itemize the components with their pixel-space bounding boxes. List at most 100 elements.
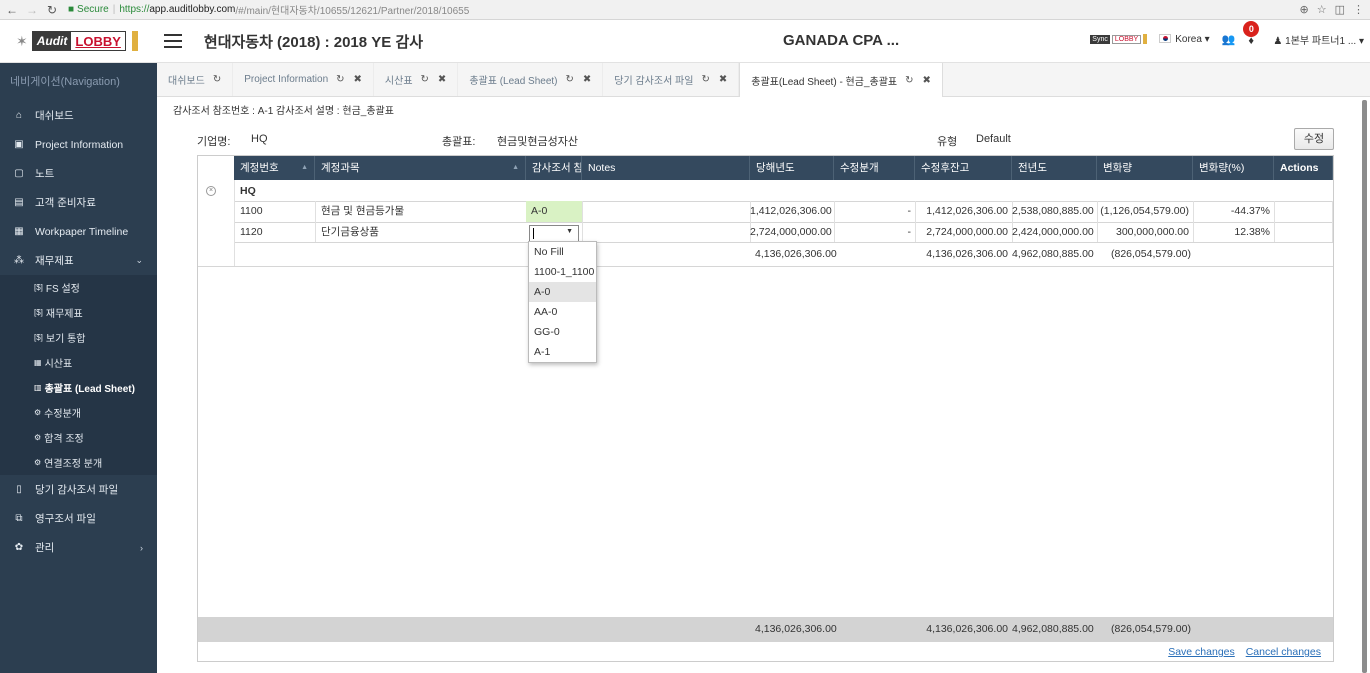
header-prior-year[interactable]: 전년도 [1012,156,1097,180]
total-change: (826,054,579.00) [1111,623,1191,635]
refresh-icon[interactable]: ↻ [336,74,344,85]
cancel-changes-link[interactable]: Cancel changes [1246,646,1321,658]
sidebar-item-project-information[interactable]: ▣ Project Information [0,130,157,159]
sidebar-item-current-workpapers[interactable]: ▯ 당기 감사조서 파일 [0,475,157,504]
sidebar-subitem-fs-settings[interactable]: [$] FS 설정 [0,275,157,300]
sidebar-subitem-consolidated-view[interactable]: [$] 보기 통합 [0,325,157,350]
country-selector[interactable]: Korea ▾ [1159,34,1210,45]
sidebar-subitem-financial-statements[interactable]: [$] 재무제표 [0,300,157,325]
user-menu[interactable]: ♟ 1본부 파트너1 ... ▾ [1273,32,1364,47]
tab-lead-sheet-cash[interactable]: 총괄표(Lead Sheet) - 현금_총괄표 ↻ ✖ [739,63,943,98]
zoom-icon[interactable]: ⊕ [1300,3,1309,16]
dropdown-option[interactable]: AA-0 [529,302,596,322]
save-changes-link[interactable]: Save changes [1168,646,1235,658]
refresh-icon[interactable]: ↻ [421,74,429,85]
sidebar-subitem-lead-sheet[interactable]: ▥ 총괄표 (Lead Sheet) [0,375,157,400]
scrollbar-thumb[interactable] [1362,100,1367,673]
url-scheme[interactable]: https:// [119,4,149,15]
refresh-icon[interactable]: ↻ [701,74,709,85]
workpaper-select[interactable]: ▼ [529,225,579,242]
tab-lead-sheet[interactable]: 총괄표 (Lead Sheet) ↻ ✖ [458,63,604,96]
menu-dots-icon[interactable]: ⋮ [1353,3,1364,16]
dropdown-option[interactable]: GG-0 [529,322,596,342]
header-adjusted-balance[interactable]: 수정후잔고 [915,156,1012,180]
dropdown-option-highlighted[interactable]: A-0 [529,282,596,302]
back-icon[interactable]: ← [4,3,20,17]
cell-current-year: 1,412,026,306.00 [750,205,832,217]
header-current-year[interactable]: 당해년도 [750,156,834,180]
sidebar-item-workpaper-timeline[interactable]: ▦ Workpaper Timeline [0,217,157,246]
close-icon[interactable]: ✖ [354,74,362,85]
sort-icon: ▲ [512,164,519,171]
navigation-sidebar: 네비게이션(Navigation) ⌂ 대쉬보드 ▣ Project Informa… [0,63,157,673]
close-icon[interactable]: ✖ [438,74,446,85]
sidebar-item-notes[interactable]: ▢ 노트 [0,159,157,188]
close-icon[interactable]: ✖ [719,74,727,85]
sidebar-subitem-combined-adjustments[interactable]: ⚙ 합격 조정 [0,425,157,450]
dropdown-option[interactable]: 1100-1_1100 [529,262,596,282]
page-scrollbar[interactable] [1362,100,1368,673]
gears-icon: ⚙ [34,458,42,467]
audit-lobby-logo[interactable]: ✶ Audit LOBBY [16,28,138,54]
note-icon: ▢ [14,168,24,179]
sync-lobby-button[interactable]: Sync LOBBY [1090,34,1148,44]
url-path[interactable]: /#/main/현대자동차/10655/12621/Partner/2018/1… [235,2,469,17]
secure-label: Secure [77,4,109,15]
header-account-name[interactable]: 계정과목 ▲ [315,156,526,180]
subtotal-change: (826,054,579.00) [1111,248,1191,260]
tab-dashboard[interactable]: 대쉬보드 ↻ [157,63,234,96]
cell-account-name: 현금 및 현금등가물 [321,205,405,217]
tab-current-workpapers[interactable]: 당기 감사조서 파일 ↻ ✖ [603,63,740,96]
sidebar-item-dashboard[interactable]: ⌂ 대쉬보드 [0,101,157,130]
gears-icon: ⚙ [34,433,42,442]
tab-project-information[interactable]: Project Information ↻ ✖ [233,63,374,96]
refresh-icon[interactable]: ↻ [905,75,913,86]
bookmark-star-icon[interactable]: ☆ [1317,3,1327,16]
refresh-icon[interactable]: ↻ [566,74,574,85]
dropdown-caret-icon[interactable]: ▼ [566,228,573,235]
refresh-icon[interactable]: ↻ [213,74,221,85]
dropdown-option[interactable]: A-1 [529,342,596,362]
sidebar-item-client-materials[interactable]: ▤ 고객 준비자료 [0,188,157,217]
fs-icon: [$] [34,308,43,317]
sidebar-item-financial-statements[interactable]: ⁂ 재무제표 ⌄ [0,246,157,275]
screenshot-icon[interactable]: ◫ [1335,3,1345,16]
close-icon[interactable]: ✖ [583,74,591,85]
hamburger-menu-icon[interactable] [163,34,182,48]
sidebar-item-permanent-files[interactable]: ⧉ 영구조서 파일 [0,504,157,533]
info-icon: ▣ [14,139,24,150]
workpaper-reference: 감사조서 참조번호 : A-1 감사조서 설명 : 현금_총괄표 [173,106,394,117]
cell-workpaper-ref[interactable]: A-0 [526,201,582,222]
sidebar-subitem-trial-balance[interactable]: ▦ 시산표 [0,350,157,375]
sidebar-submenu: [$] FS 설정 [$] 재무제표 [$] 보기 통합 ▦ 시산표 ▥ 총괄표 (Lea… [0,275,157,475]
close-icon[interactable]: ✖ [923,75,931,86]
dropdown-option[interactable]: No Fill [529,242,596,262]
url-host[interactable]: app.auditlobby.com [149,4,235,15]
header-change-pct[interactable]: 변화량(%) [1193,156,1274,180]
users-icon[interactable]: 👥 [1222,33,1236,46]
reload-icon[interactable]: ↻ [44,3,60,17]
forward-icon[interactable]: → [24,3,40,17]
type-label: 유형 [937,136,958,148]
header-change[interactable]: 변화량 [1097,156,1193,180]
sidebar-item-admin[interactable]: ✿ 관리 › [0,533,157,562]
folder-icon: ▤ [14,197,24,208]
chevron-right-icon: › [140,542,143,553]
tab-trial-balance[interactable]: 시산표 ↻ ✖ [374,63,459,96]
app-header: ✶ Audit LOBBY 현대자동차 (2018) : 2018 YE 감사 … [0,20,1370,63]
header-notes[interactable]: Notes [582,156,750,180]
sidebar-subitem-consolidation-entries[interactable]: ⚙ 연결조정 분개 [0,450,157,475]
subtotal-adjusted-balance: 4,136,026,306.00 [926,248,1008,260]
header-workpaper-ref[interactable]: 감사조서 참 [526,156,582,180]
table-icon: ▦ [34,358,42,367]
edit-button[interactable]: 수정 [1294,128,1334,150]
collapse-group-icon[interactable]: × [206,186,216,196]
cell-current-year: 2,724,000,000.00 [750,226,832,238]
notification-bell[interactable]: ♦ 0 [1243,21,1261,47]
calendar-icon: ▦ [14,226,24,237]
sidebar-subitem-adjusting-entries[interactable]: ⚙ 수정분개 [0,400,157,425]
cell-change: 300,000,000.00 [1116,226,1189,238]
settings-icon: ✿ [14,542,24,553]
header-adjustment[interactable]: 수정분개 [834,156,915,180]
header-account-no[interactable]: 계정번호 ▲ [234,156,315,180]
